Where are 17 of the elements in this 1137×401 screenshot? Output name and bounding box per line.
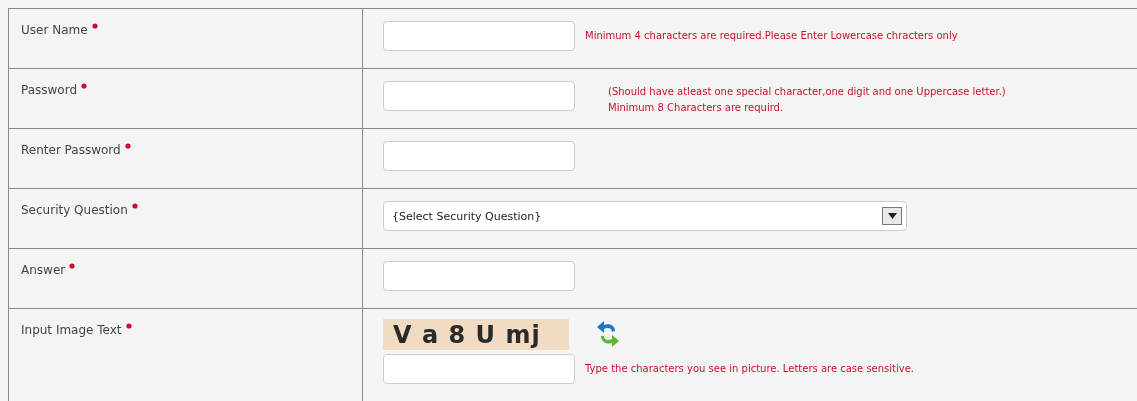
input-field[interactable] (383, 141, 575, 171)
hint-text: Minimum 8 Characters are requird. (608, 101, 785, 115)
input-field[interactable] (383, 81, 575, 111)
field-label: User Name (21, 23, 88, 37)
captcha-image: V a 8 U mj (383, 318, 569, 350)
field-label: Password (21, 83, 78, 97)
input-field[interactable] (383, 21, 575, 51)
input-field[interactable] (383, 261, 575, 291)
field-label: Renter Password (21, 143, 121, 157)
security-question-dropdown[interactable]: {Select Security Question} (383, 201, 907, 231)
hint-text: Type the characters you see in picture. Letters are case sensitive. (585, 363, 915, 374)
hint-text: (Should have atleast one special character,one digit and one Uppercase letter.) (608, 85, 1006, 99)
field-label: Security Question (21, 203, 128, 217)
hint-text: Minimum 4 characters are required.Please Enter Lowercase chracters only (585, 30, 958, 41)
input-field[interactable] (383, 354, 575, 384)
field-label: Answer (21, 263, 66, 277)
field-label: Input Image Text (21, 323, 122, 337)
